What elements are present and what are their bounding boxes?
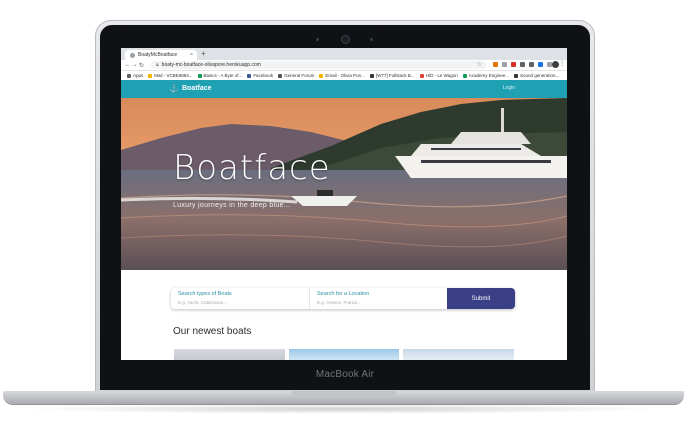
bookmark-label: Email - Olivia Pon... <box>325 73 365 78</box>
bookmark-favicon-icon <box>127 73 131 78</box>
bookmark-item[interactable]: General Forum <box>278 73 314 78</box>
bookmark-item[interactable]: H/D - Le Wagon <box>419 73 458 78</box>
bookmark-item[interactable]: Email - Olivia Pon... <box>319 73 365 78</box>
boat-type-placeholder: E.g. Yacht, Catamaran... <box>178 300 227 305</box>
app-navbar: ⚓ Boatface Login <box>121 80 567 98</box>
boat-card[interactable] <box>288 349 400 360</box>
camera <box>342 36 349 43</box>
bookmark-favicon-icon <box>197 73 202 78</box>
back-icon[interactable]: ← <box>124 62 131 68</box>
boat-card[interactable] <box>174 349 285 360</box>
browser-menu-icon[interactable]: ⋮ <box>559 60 565 67</box>
extensions-area <box>493 62 552 67</box>
location-field[interactable]: Search for a Location E.g. Greece, Franc… <box>310 288 446 309</box>
bookmark-item[interactable]: [W77] Fullstack B... <box>369 73 415 78</box>
hero-subtitle: Luxury journeys in the deep blue... <box>173 202 291 209</box>
screen: BoatyMcBoatface × + ← → ↻ 🔒︎ boaty-mc-bo… <box>121 48 567 360</box>
device-brand-label: MacBook Air <box>315 369 375 380</box>
tab-close-icon[interactable]: × <box>190 52 193 58</box>
location-label: Search for a Location <box>317 291 370 297</box>
bookmark-label: Sound generation... <box>520 73 560 78</box>
bookmark-item[interactable]: Basics - A Byte of... <box>197 73 243 78</box>
laptop-shadow <box>20 404 667 414</box>
forward-icon[interactable]: → <box>131 62 138 68</box>
reload-icon[interactable]: ↻ <box>138 62 145 69</box>
boat-type-field[interactable]: Search types of Boats E.g. Yacht, Catama… <box>171 288 310 309</box>
bookmark-favicon-icon <box>148 73 153 78</box>
tab-favicon-icon <box>130 52 135 58</box>
bookmark-label: Apps <box>133 73 144 78</box>
camera-sensor-right <box>370 38 373 41</box>
bookmark-favicon-icon <box>278 73 283 78</box>
bookmark-label: General Forum <box>284 73 315 78</box>
extension-icon[interactable] <box>502 62 507 67</box>
bookmark-favicon-icon <box>462 73 467 78</box>
bookmark-label: Basics - A Byte of... <box>203 73 243 78</box>
browser-toolbar: ← → ↻ 🔒︎ boaty-mc-boatface-olivapore.her… <box>121 60 567 71</box>
bookmark-favicon-icon <box>369 73 374 78</box>
extension-icon[interactable] <box>520 62 525 67</box>
bookmark-favicon-icon <box>247 73 252 78</box>
location-placeholder: E.g. Greece, France... <box>317 300 362 305</box>
boat-cards <box>174 349 515 360</box>
lid-notch <box>291 391 396 396</box>
bookmark-item[interactable]: Sound generation... <box>514 73 559 78</box>
boat-card[interactable] <box>403 349 515 360</box>
hero-title: Boatface <box>173 148 331 188</box>
bookmark-favicon-icon <box>514 73 519 78</box>
bookmark-item[interactable]: Apps <box>127 73 143 78</box>
brand-name: Boatface <box>181 85 212 92</box>
browser-tab[interactable]: BoatyMcBoatface × <box>125 50 197 60</box>
new-tab-button[interactable]: + <box>201 49 206 58</box>
search-form: Search types of Boats E.g. Yacht, Catama… <box>171 288 515 309</box>
bookmark-label: H/D - Le Wagon <box>425 73 458 78</box>
bookmark-label: Mail - VCBE6893... <box>154 73 193 78</box>
bookmark-item[interactable]: Mail - VCBE6893... <box>148 73 193 78</box>
extension-icon[interactable] <box>511 62 516 67</box>
bookmark-label: [W77] Fullstack B... <box>375 73 415 78</box>
bookmark-label: Facebook <box>253 73 274 78</box>
anchor-icon: ⚓ <box>169 84 179 93</box>
bookmark-item[interactable]: Academy Enginee... <box>462 73 510 78</box>
brand-logo[interactable]: ⚓ Boatface <box>169 84 212 93</box>
newest-boats-heading: Our newest boats <box>173 326 252 337</box>
lock-icon: 🔒︎ <box>156 62 159 68</box>
hero-banner: Boatface Luxury journeys in the deep blu… <box>121 98 567 270</box>
address-bar[interactable]: 🔒︎ boaty-mc-boatface-olivapore.herokuapp… <box>151 61 486 69</box>
laptop-base <box>3 391 684 404</box>
tab-title: BoatyMcBoatface <box>138 52 178 58</box>
submit-button[interactable]: Submit <box>447 288 515 309</box>
boat-type-label: Search types of Boats <box>178 291 232 297</box>
browser-tab-bar: BoatyMcBoatface × + <box>121 48 567 60</box>
profile-avatar[interactable] <box>552 61 559 68</box>
url-text: boaty-mc-boatface-olivapore.herokuapp.co… <box>161 62 261 68</box>
camera-sensor-left <box>316 38 319 41</box>
bookmark-label: Academy Enginee... <box>468 73 510 78</box>
extension-icon[interactable] <box>529 62 534 67</box>
extension-icon[interactable] <box>538 62 543 67</box>
bookmark-favicon-icon <box>319 73 324 78</box>
login-link[interactable]: Login <box>503 85 515 91</box>
extension-icon[interactable] <box>493 62 498 67</box>
bookmark-star-icon[interactable]: ☆ <box>477 61 482 68</box>
bookmark-item[interactable]: Facebook <box>247 73 273 78</box>
bookmark-favicon-icon <box>419 73 424 78</box>
